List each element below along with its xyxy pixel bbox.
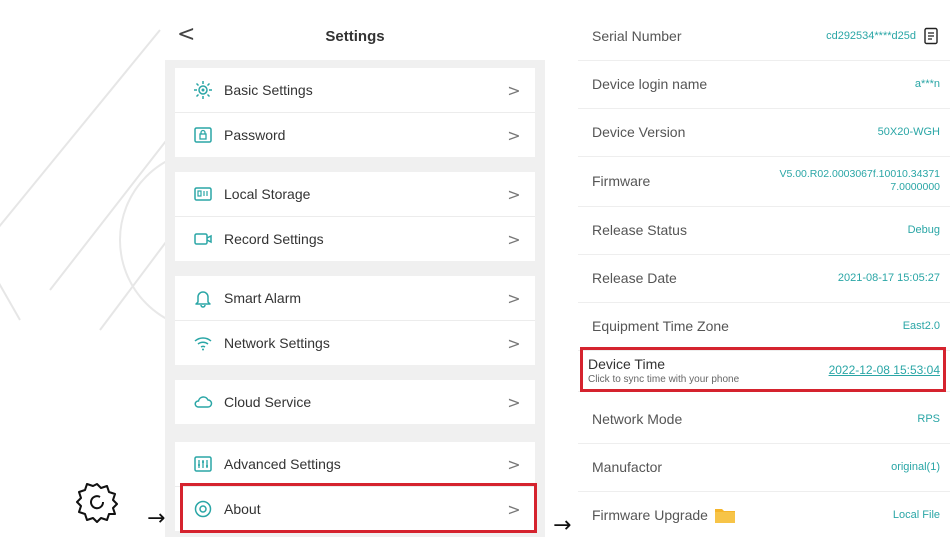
settings-group-3: Smart Alarm > Network Settings > xyxy=(175,276,535,365)
chevron-right-icon: > xyxy=(507,288,521,308)
folder-icon xyxy=(714,509,735,523)
video-camera-icon xyxy=(190,229,216,249)
info-row-firmware-upgrade[interactable]: Firmware Upgrade Local File xyxy=(578,491,950,539)
settings-item-label: Advanced Settings xyxy=(224,456,341,472)
settings-item-label: Password xyxy=(224,127,286,143)
info-row-timezone: Equipment Time Zone East2.0 xyxy=(578,302,950,351)
row-label: Serial Number xyxy=(592,28,682,44)
row-value: 50X20-WGH xyxy=(877,126,940,138)
chevron-right-icon: > xyxy=(507,125,521,145)
info-row-serial: Serial Number cd292534****d25d xyxy=(578,12,950,61)
settings-item-local-storage[interactable]: Local Storage > xyxy=(175,172,535,216)
device-time-highlight-box xyxy=(580,347,946,392)
settings-item-label: Local Storage xyxy=(224,186,311,202)
settings-item-label: Cloud Service xyxy=(224,394,312,410)
sliders-icon xyxy=(190,454,216,474)
settings-header: < Settings xyxy=(165,16,545,56)
row-label: Firmware xyxy=(592,173,651,189)
row-label: Device login name xyxy=(592,76,708,92)
info-row-release-date: Release Date 2021-08-17 15:05:27 xyxy=(578,254,950,303)
row-value: Debug xyxy=(907,224,940,236)
row-value: cd292534****d25d xyxy=(826,30,916,42)
settings-group-4: Cloud Service > xyxy=(175,380,535,424)
row-value: original(1) xyxy=(891,461,940,473)
chevron-right-icon: > xyxy=(507,392,521,412)
settings-group-2: Local Storage > Record Settings > xyxy=(175,172,535,261)
settings-item-advanced[interactable]: Advanced Settings > xyxy=(175,442,535,486)
info-row-network-mode: Network Mode RPS xyxy=(578,395,950,444)
cloud-icon xyxy=(190,392,216,412)
settings-item-password[interactable]: Password > xyxy=(175,112,535,157)
gear-icon xyxy=(76,483,118,523)
row-label: Release Date xyxy=(592,270,677,286)
chevron-right-icon: > xyxy=(507,184,521,204)
row-label: Device Version xyxy=(592,124,686,140)
copy-icon[interactable] xyxy=(922,27,940,45)
row-label: Firmware Upgrade xyxy=(592,507,708,523)
sun-gear-icon xyxy=(190,80,216,100)
settings-item-network[interactable]: Network Settings > xyxy=(175,320,535,365)
settings-item-smart-alarm[interactable]: Smart Alarm > xyxy=(175,276,535,320)
chevron-right-icon: > xyxy=(507,229,521,249)
chevron-right-icon: > xyxy=(507,80,521,100)
arrow-right-2: → xyxy=(553,513,572,538)
arrow-right-1: → xyxy=(147,506,166,531)
info-row-firmware: Firmware V5.00.R02.0003067f.10010.34371 … xyxy=(578,156,950,207)
chevron-right-icon: > xyxy=(507,333,521,353)
about-highlight-box xyxy=(180,483,537,533)
settings-item-label: Record Settings xyxy=(224,231,324,247)
about-screen: Serial Number cd292534****d25d Device lo… xyxy=(578,0,950,537)
local-file-button[interactable]: Local File xyxy=(893,509,940,521)
row-label: Network Mode xyxy=(592,411,683,427)
settings-screen: < Settings Basic Settings > Password > L… xyxy=(165,0,545,537)
row-value: 2021-08-17 15:05:27 xyxy=(837,272,940,284)
settings-item-record[interactable]: Record Settings > xyxy=(175,216,535,261)
settings-item-cloud[interactable]: Cloud Service > xyxy=(175,380,535,424)
bell-icon xyxy=(190,288,216,308)
wifi-icon xyxy=(190,333,216,353)
info-row-version: Device Version 50X20-WGH xyxy=(578,108,950,157)
lock-icon xyxy=(190,125,216,145)
settings-group-1: Basic Settings > Password > xyxy=(175,68,535,157)
settings-list: Basic Settings > Password > Local Storag… xyxy=(165,60,545,537)
info-row-login: Device login name a***n xyxy=(578,60,950,109)
sd-card-icon xyxy=(190,184,216,204)
settings-item-basic[interactable]: Basic Settings > xyxy=(175,68,535,112)
settings-item-label: Network Settings xyxy=(224,335,330,351)
row-value: East2.0 xyxy=(902,320,940,332)
page-title: Settings xyxy=(325,28,385,45)
row-label: Release Status xyxy=(592,222,687,238)
chevron-right-icon: > xyxy=(507,454,521,474)
row-label: Equipment Time Zone xyxy=(592,318,729,334)
settings-item-label: Smart Alarm xyxy=(224,290,302,306)
settings-item-label: Basic Settings xyxy=(224,82,313,98)
info-row-release-status: Release Status Debug xyxy=(578,206,950,255)
row-value: V5.00.R02.0003067f.10010.34371 7.0000000 xyxy=(779,168,940,193)
info-row-manufactor: Manufactor original(1) xyxy=(578,443,950,492)
row-label: Manufactor xyxy=(592,459,663,475)
row-value: RPS xyxy=(917,413,940,425)
row-value: a***n xyxy=(914,78,940,90)
